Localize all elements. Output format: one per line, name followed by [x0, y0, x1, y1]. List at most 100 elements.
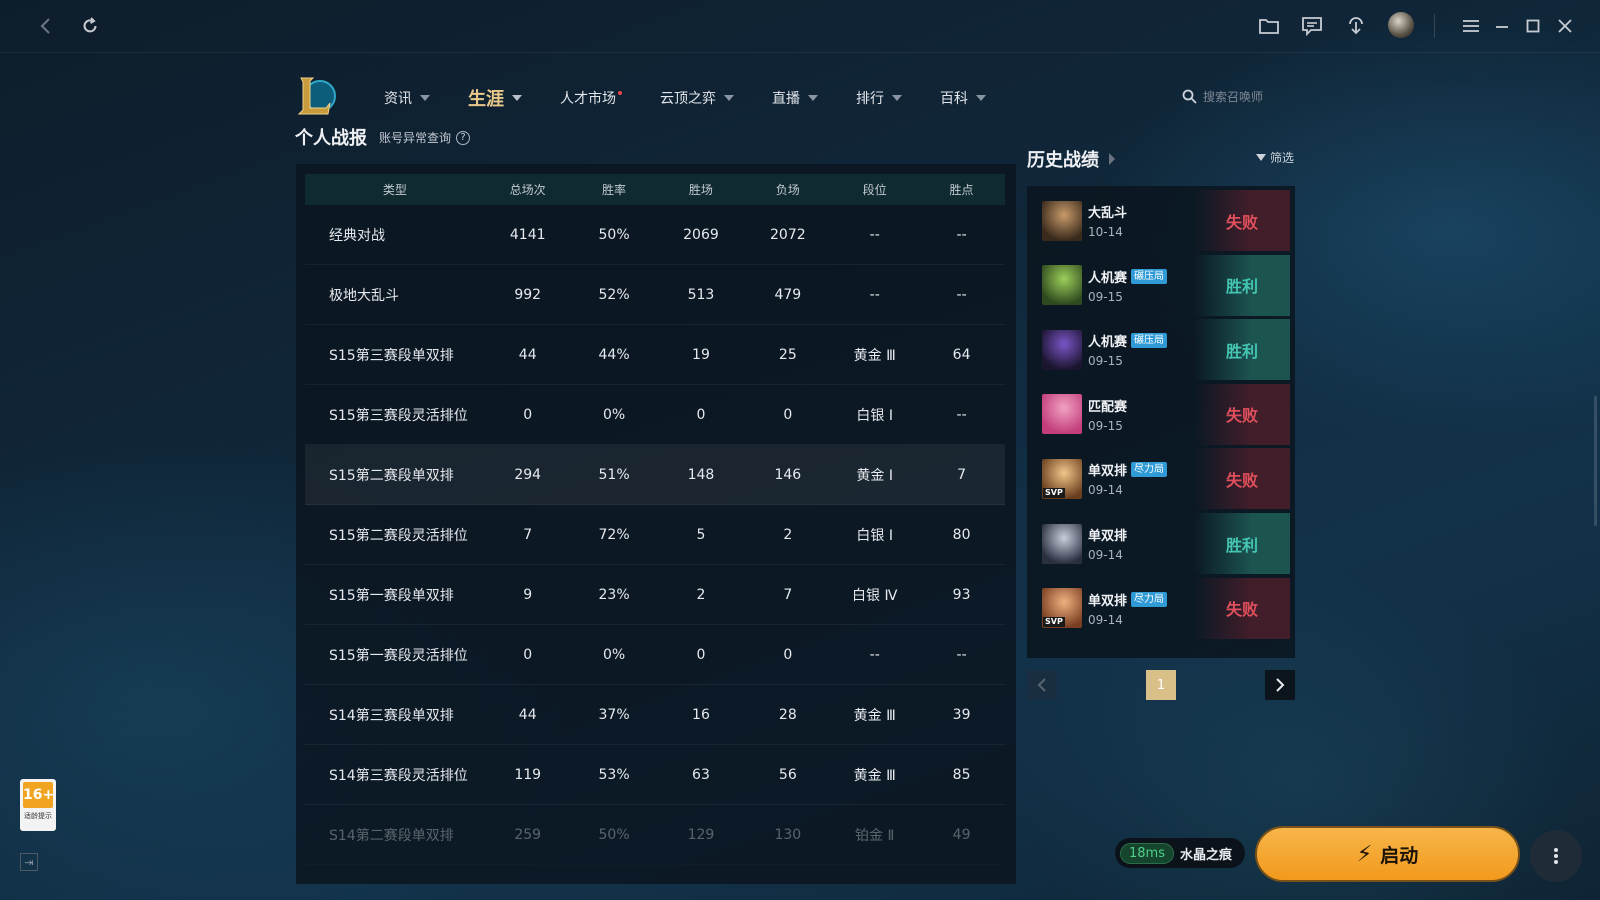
match-item[interactable]: 匹配赛 09-15 失败	[1032, 383, 1290, 445]
table-row[interactable]: S15第二赛段灵活排位 7 72% 5 2 白银 Ⅰ 80	[305, 505, 1005, 565]
lol-logo-icon[interactable]	[296, 74, 338, 118]
search-placeholder[interactable]: 搜索召唤师	[1203, 88, 1263, 105]
match-item[interactable]: SVP 单双排 尽力局 09-14 失败	[1032, 577, 1290, 639]
table-row[interactable]: 经典对战 4141 50% 2069 2072 -- --	[305, 205, 1005, 265]
table-cell: 16	[692, 706, 710, 723]
history-title[interactable]: 历史战绩	[1027, 146, 1115, 172]
table-header: 类型 总场次 胜率 胜场 负场 段位 胜点	[305, 174, 1005, 205]
table-row[interactable]: 极地大乱斗 992 52% 513 479 -- --	[305, 265, 1005, 325]
table-cell: 白银 Ⅳ	[852, 587, 898, 604]
match-result: 胜利	[1194, 513, 1290, 574]
nav-item-3[interactable]: 云顶之弈	[660, 86, 734, 110]
match-item[interactable]: 大乱斗 10-14 失败	[1032, 190, 1290, 251]
table-cell: 56	[778, 766, 797, 783]
table-cell: 铂金 Ⅱ	[855, 827, 895, 844]
table-cell: 49	[952, 826, 971, 843]
table-cell: S15第三赛段灵活排位	[329, 407, 468, 424]
match-item[interactable]: SVP 单双排 尽力局 09-14 失败	[1032, 448, 1290, 510]
lightning-icon: ⚡	[1356, 841, 1373, 867]
champion-portrait: SVP	[1042, 458, 1082, 499]
server-status[interactable]: 18ms 水晶之痕	[1115, 838, 1245, 868]
chevron-down-icon	[976, 95, 986, 101]
more-options-button[interactable]	[1530, 830, 1582, 882]
account-abnormal-link[interactable]: 账号异常查询 ?	[379, 129, 471, 146]
svp-badge: SVP	[1043, 617, 1065, 628]
table-cell: 0	[696, 646, 706, 663]
table-cell: --	[869, 646, 880, 663]
table-cell: 2072	[770, 226, 806, 243]
message-icon[interactable]	[1298, 12, 1326, 40]
nav-item-label: 生涯	[468, 89, 504, 110]
table-row[interactable]: S15第二赛段单双排 294 51% 148 146 黄金 Ⅰ 7	[305, 445, 1005, 505]
page-number[interactable]: 1	[1146, 670, 1176, 700]
collapse-sidebar-icon[interactable]: ⇥	[20, 853, 38, 871]
table-row[interactable]: S14第三赛段单双排 44 37% 16 28 黄金 Ⅲ 39	[305, 685, 1005, 745]
maximize-icon[interactable]	[1519, 12, 1547, 40]
minimize-icon[interactable]	[1488, 12, 1516, 40]
match-item[interactable]: 单双排 09-14 胜利	[1032, 513, 1290, 574]
download-icon[interactable]	[1342, 12, 1370, 40]
back-icon[interactable]	[32, 12, 60, 40]
nav-item-2[interactable]: 人才市场	[560, 86, 622, 110]
match-date: 10-14	[1088, 225, 1123, 239]
refresh-icon[interactable]	[76, 12, 104, 40]
table-cell: 2	[696, 586, 706, 603]
next-page-button[interactable]	[1265, 670, 1295, 700]
launch-button[interactable]: ⚡ 启动	[1255, 826, 1520, 882]
match-date: 09-14	[1088, 548, 1123, 562]
nav-item-5[interactable]: 排行	[856, 86, 902, 110]
nav-item-6[interactable]: 百科	[940, 86, 986, 110]
table-row[interactable]: S15第三赛段灵活排位 0 0% 0 0 白银 Ⅰ --	[305, 385, 1005, 445]
help-icon[interactable]: ?	[456, 130, 471, 145]
ping-badge: 18ms	[1120, 842, 1174, 864]
summoner-search[interactable]: 搜索召唤师	[1182, 88, 1263, 105]
chevron-down-icon	[892, 95, 902, 101]
table-cell: S14第二赛段单双排	[329, 827, 454, 844]
main-nav: 资讯 生涯 人才市场 云顶之弈 直播 排行 百科	[384, 86, 1024, 110]
table-cell: 2069	[683, 226, 719, 243]
nav-item-4[interactable]: 直播	[772, 86, 818, 110]
table-cell: 白银 Ⅰ	[856, 527, 893, 544]
account-abnormal-label[interactable]: 账号异常查询	[379, 129, 451, 146]
close-icon[interactable]	[1551, 12, 1579, 40]
match-tag: 碾压局	[1131, 268, 1168, 284]
table-row[interactable]: S14第二赛段单双排 259 50% 129 130 铂金 Ⅱ 49	[305, 805, 1005, 865]
table-cell: 80	[952, 526, 971, 543]
table-cell: --	[956, 406, 967, 423]
match-mode: 大乱斗	[1088, 206, 1128, 221]
chevron-down-icon	[724, 95, 734, 101]
prev-page-button[interactable]	[1027, 670, 1057, 700]
folder-icon[interactable]	[1255, 12, 1283, 40]
match-result: 失败	[1194, 190, 1290, 251]
table-cell: 259	[514, 826, 542, 843]
table-cell: 28	[778, 706, 797, 723]
champion-portrait	[1042, 394, 1082, 435]
match-mode: 匹配赛	[1088, 399, 1128, 415]
match-item[interactable]: 人机赛 碾压局 09-15 胜利	[1032, 254, 1290, 316]
nav-item-1[interactable]: 生涯	[468, 86, 522, 110]
table-row[interactable]: S15第三赛段单双排 44 44% 19 25 黄金 Ⅲ 64	[305, 325, 1005, 385]
table-cell: S15第二赛段灵活排位	[329, 527, 468, 544]
table-cell: 7	[523, 526, 533, 543]
history-title-label: 历史战绩	[1027, 150, 1099, 171]
menu-icon[interactable]	[1457, 12, 1485, 40]
match-item[interactable]: 人机赛 碾压局 09-15 胜利	[1032, 319, 1290, 381]
table-cell: 39	[952, 706, 971, 723]
table-cell: 9	[523, 586, 533, 603]
match-date: 09-15	[1088, 418, 1123, 433]
table-cell: 50%	[598, 826, 630, 843]
nav-item-0[interactable]: 资讯	[384, 86, 430, 110]
table-row[interactable]: S15第一赛段单双排 9 23% 2 7 白银 Ⅳ 93	[305, 565, 1005, 625]
table-row[interactable]: S15第一赛段灵活排位 0 0% 0 0 -- --	[305, 625, 1005, 685]
filter-button[interactable]: 筛选	[1256, 149, 1294, 166]
scrollbar[interactable]	[1594, 396, 1597, 526]
table-row[interactable]: S14第三赛段灵活排位 119 53% 63 56 黄金 Ⅲ 85	[305, 745, 1005, 805]
champion-portrait	[1042, 265, 1082, 306]
user-avatar[interactable]	[1388, 12, 1414, 38]
table-cell: S15第二赛段单双排	[329, 467, 454, 484]
filter-label: 筛选	[1270, 151, 1295, 165]
table-cell: 50%	[598, 226, 630, 243]
table-cell: 294	[514, 466, 542, 483]
match-history-list: 大乱斗 10-14 失败 人机赛 碾压局 09-15 胜利 人机赛 碾压局 09-15 胜利 匹配赛 0…	[1027, 186, 1295, 658]
notification-dot	[618, 91, 622, 95]
